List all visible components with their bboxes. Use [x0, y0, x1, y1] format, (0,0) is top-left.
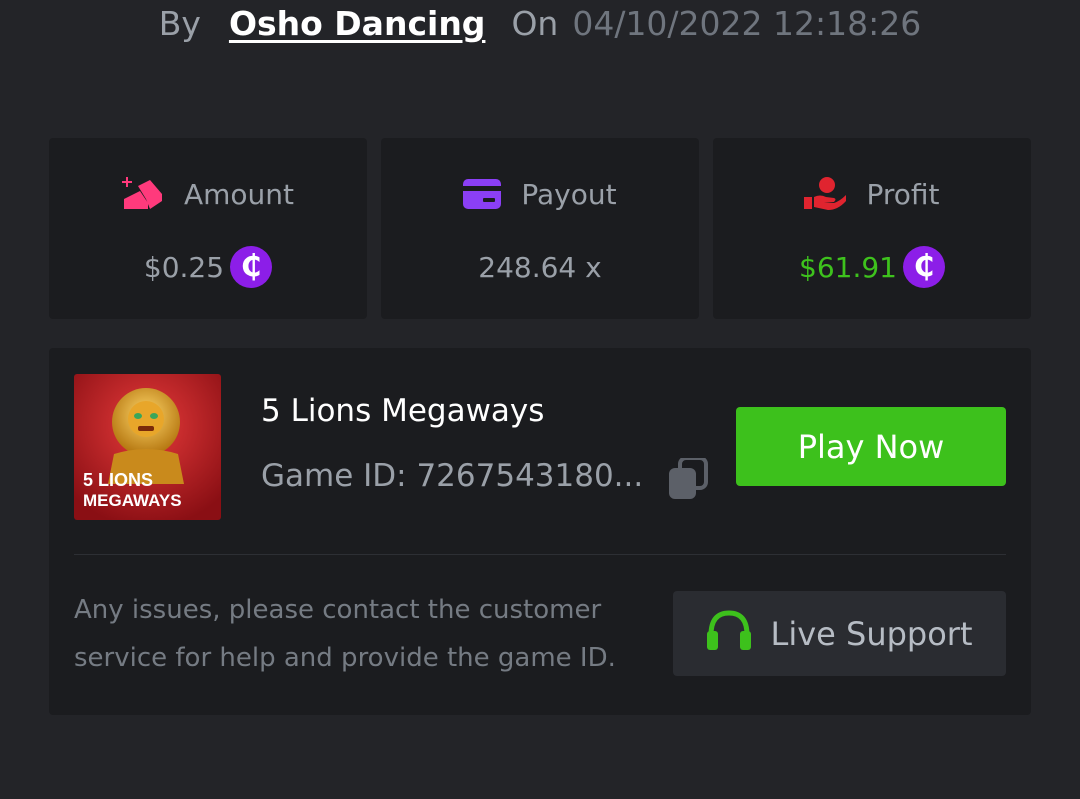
payout-value: 248.64 x — [478, 250, 602, 284]
play-now-button[interactable]: Play Now — [736, 407, 1006, 486]
profit-value: $61.91 — [799, 250, 897, 284]
payout-card: Payout 248.64 x — [381, 138, 699, 319]
profit-label: Profit — [866, 177, 940, 211]
payout-value-row: 248.64 x — [381, 245, 699, 289]
coins-stack-icon — [121, 177, 164, 211]
copy-icon[interactable] — [668, 456, 708, 500]
thumbnail-title-line2: MEGAWAYS — [83, 491, 182, 510]
amount-value: $0.25 — [143, 250, 225, 284]
profit-value-row: $61.91 ₵ — [713, 245, 1031, 289]
amount-card: Amount $0.25 ₵ — [49, 138, 367, 319]
bet-byline: By Osho Dancing On 04/10/2022 12:18:26 — [0, 4, 1080, 44]
hand-money-icon — [804, 177, 847, 211]
by-label: By — [158, 4, 201, 43]
on-label: On — [511, 4, 559, 43]
coin-icon: ₵ — [230, 246, 273, 288]
thumbnail-title-line1: 5 LIONS — [83, 470, 153, 490]
divider — [74, 554, 1006, 555]
headset-icon — [706, 609, 752, 659]
live-support-button[interactable]: Live Support — [673, 591, 1006, 676]
amount-value-row: $0.25 ₵ — [49, 245, 367, 289]
game-id: Game ID: 7267543180... — [261, 458, 644, 494]
profit-card: Profit $61.91 ₵ — [713, 138, 1031, 319]
credit-card-icon — [463, 179, 502, 209]
coin-icon: ₵ — [902, 246, 945, 288]
game-thumbnail[interactable]: 5 LIONS MEGAWAYS — [74, 374, 221, 520]
amount-label: Amount — [183, 177, 295, 211]
help-text: Any issues, please contact the customer … — [74, 595, 616, 673]
game-title: 5 Lions Megaways — [261, 393, 545, 429]
payout-label: Payout — [521, 177, 617, 211]
bet-datetime: 04/10/2022 12:18:26 — [572, 4, 922, 43]
live-support-label: Live Support — [770, 614, 973, 653]
game-card: 5 LIONS MEGAWAYS 5 Lions Megaways Game I… — [49, 348, 1031, 715]
username-link[interactable]: Osho Dancing — [229, 4, 486, 43]
